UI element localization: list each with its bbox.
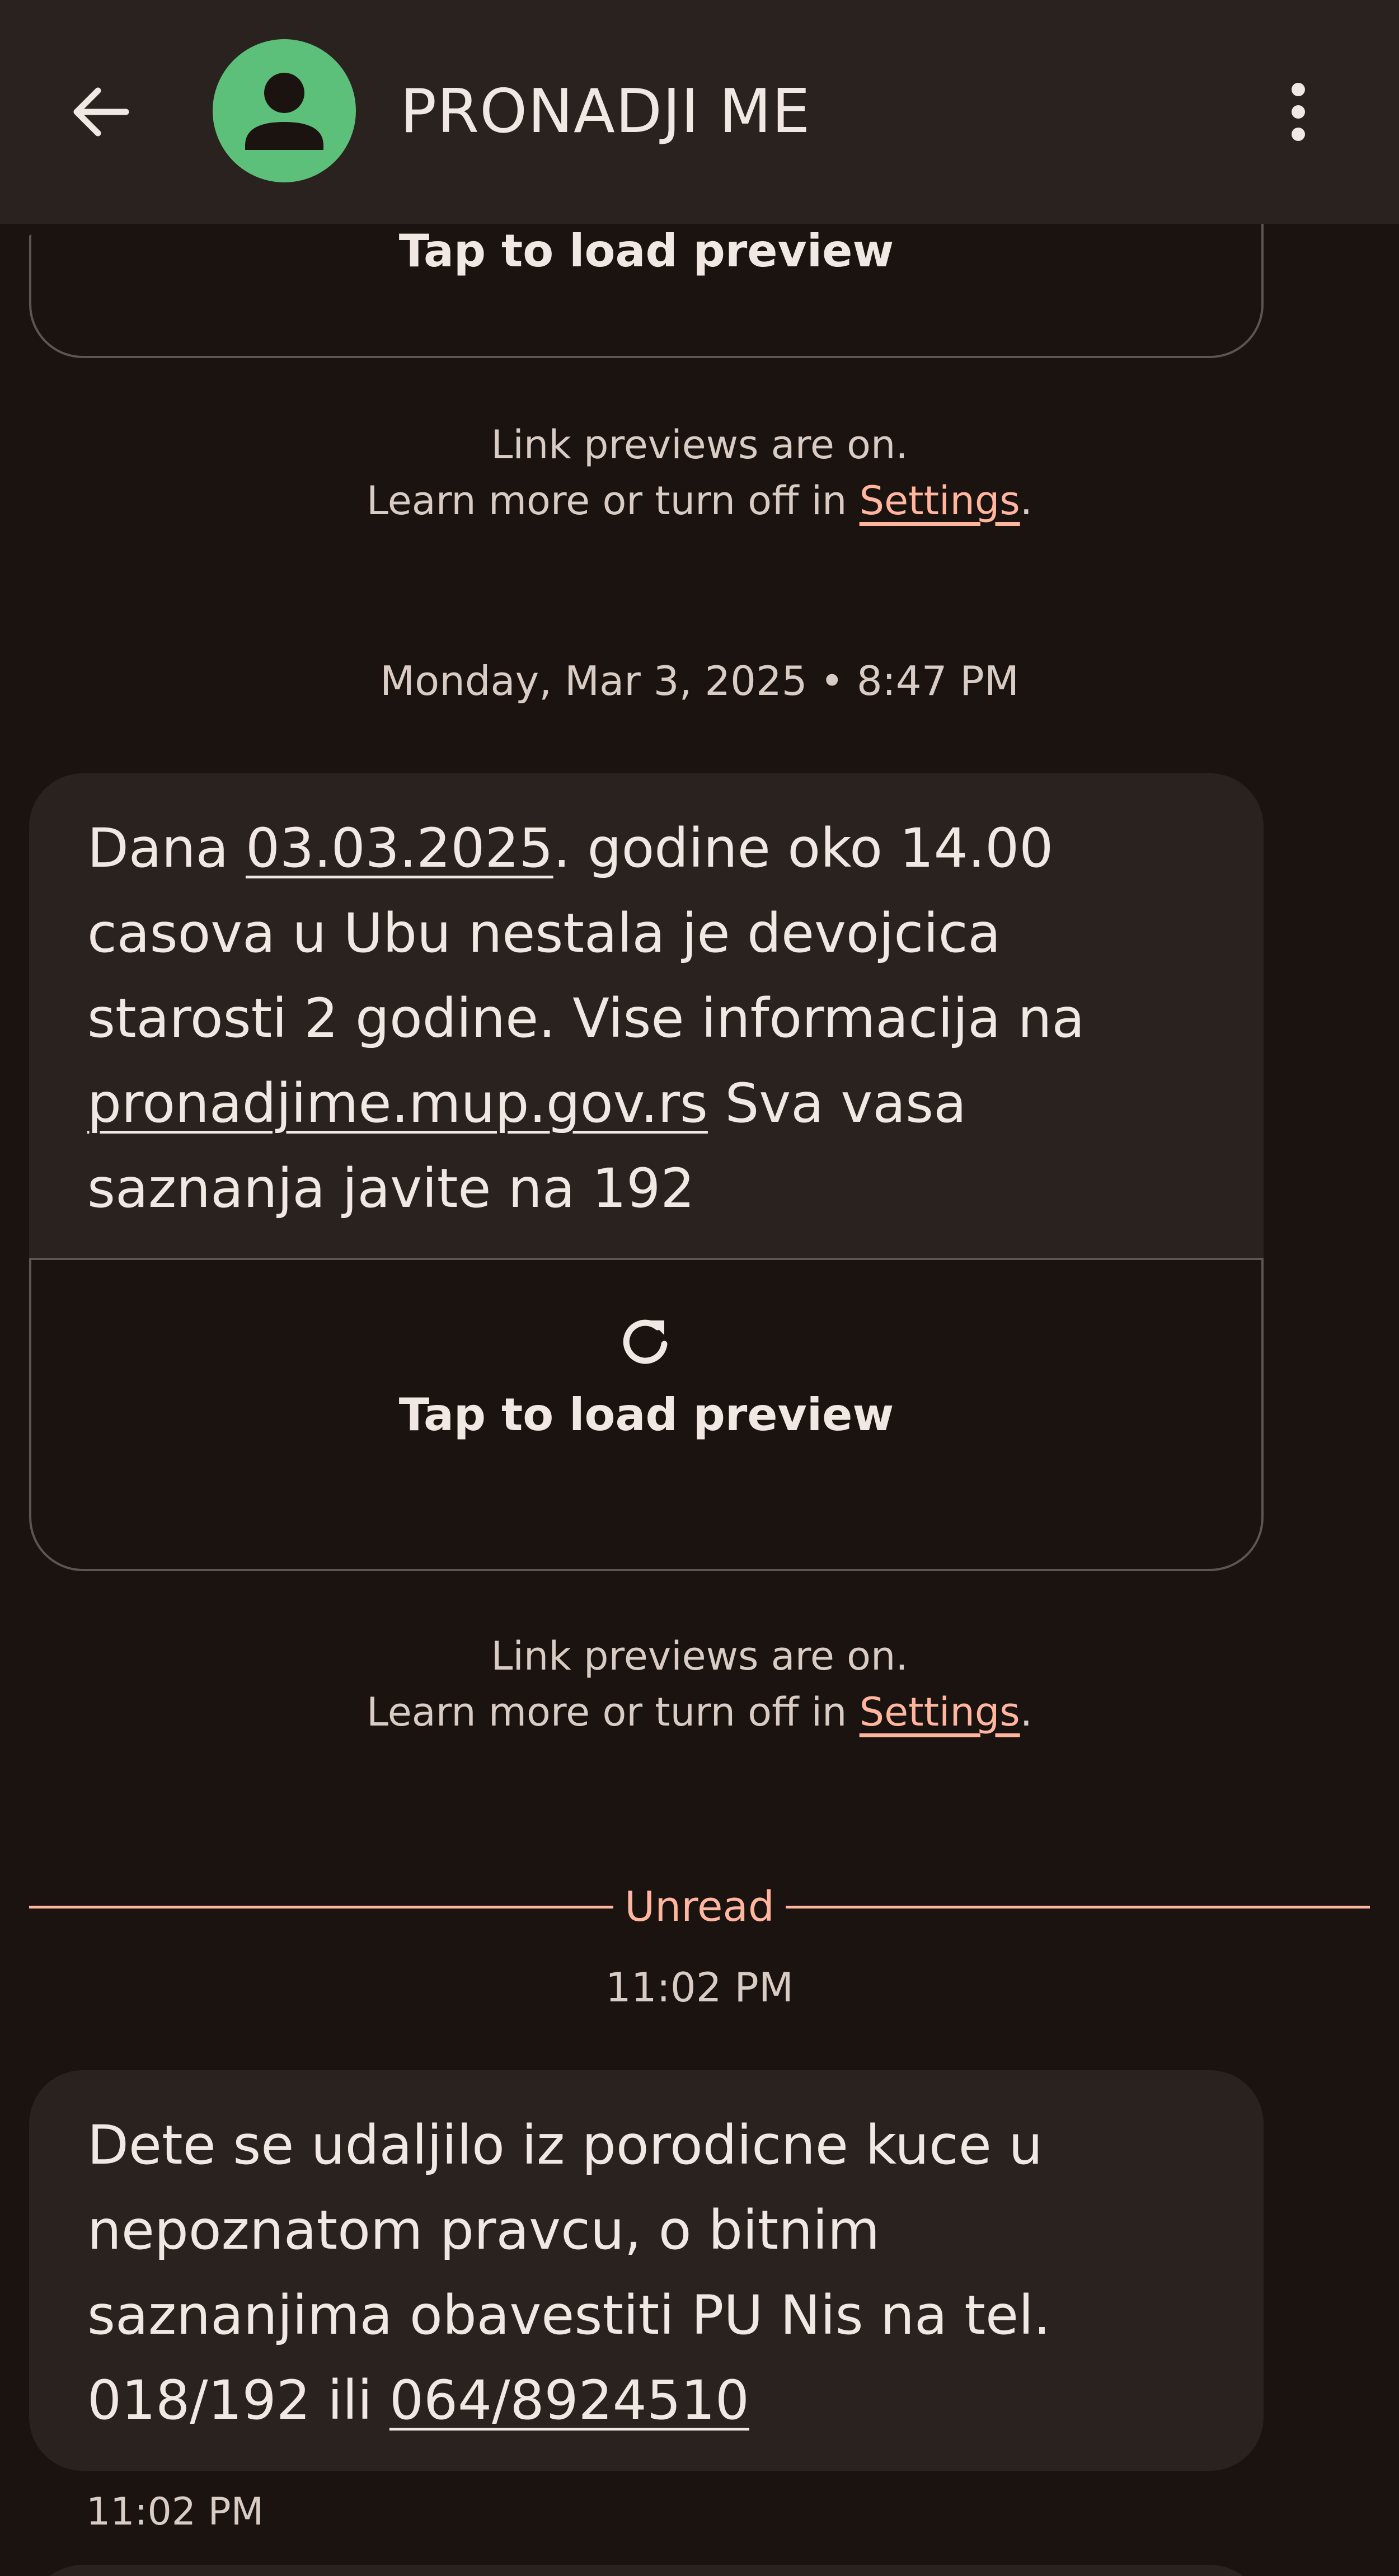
arrow-left-icon (73, 87, 129, 137)
contact-avatar[interactable] (213, 39, 356, 182)
notice-line: Learn more or turn off in Settings. (0, 1684, 1399, 1740)
unread-divider: Unread (29, 1883, 1370, 1931)
notice-line: Learn more or turn off in Settings. (0, 473, 1399, 529)
unread-label: Unread (625, 1883, 774, 1931)
divider-line (785, 1905, 1370, 1909)
link-preview-card[interactable]: Tap to load preview (29, 1258, 1264, 1571)
reload-icon (623, 1319, 668, 1364)
person-icon (245, 73, 323, 150)
date-header: Monday, Mar 3, 2025 • 8:47 PM (380, 657, 1019, 704)
conversation-list[interactable]: Tap to load preview Link previews are on… (0, 224, 1399, 2576)
message-bubble[interactable] (29, 2565, 1264, 2576)
tap-to-load-preview[interactable]: Tap to load preview (31, 225, 1261, 277)
more-options-button[interactable] (1270, 78, 1326, 145)
settings-link[interactable]: Settings (860, 1689, 1020, 1735)
message-bubble[interactable]: Dana 03.03.2025. godine oko 14.00 casova… (29, 773, 1264, 1259)
message-text: Dana (87, 817, 246, 880)
message-timestamp: 11:02 PM (86, 2490, 264, 2534)
app-bar: PRONADJI ME (0, 0, 1399, 224)
notice-text: Learn more or turn off in (366, 478, 860, 524)
unread-timestamp: 11:02 PM (605, 1964, 794, 2011)
url-link[interactable]: pronadjime.mup.gov.rs (87, 1072, 708, 1135)
date-link[interactable]: 03.03.2025 (246, 817, 553, 880)
back-button[interactable] (62, 78, 140, 145)
notice-text: . (1020, 1689, 1033, 1735)
link-preview-notice: Link previews are on. Learn more or turn… (0, 1628, 1399, 1740)
divider-line (29, 1905, 614, 1909)
messages-screen: PRONADJI ME Tap to load preview Link pre… (0, 0, 1399, 2576)
notice-line: Link previews are on. (491, 422, 908, 468)
settings-link[interactable]: Settings (860, 478, 1020, 524)
more-vert-icon (1292, 83, 1305, 141)
message-bubble[interactable]: Dete se udaljilo iz porodicne kuce u nep… (29, 2070, 1264, 2471)
link-preview-notice: Link previews are on. Learn more or turn… (0, 417, 1399, 529)
notice-text: . (1020, 478, 1033, 524)
notice-text: Learn more or turn off in (366, 1689, 860, 1735)
link-preview-card[interactable]: Tap to load preview (29, 224, 1264, 358)
notice-line: Link previews are on. (491, 1633, 908, 1679)
tap-to-load-preview[interactable]: Tap to load preview (31, 1389, 1261, 1441)
contact-name[interactable]: PRONADJI ME (400, 78, 810, 145)
phone-link[interactable]: 064/8924510 (389, 2369, 749, 2432)
